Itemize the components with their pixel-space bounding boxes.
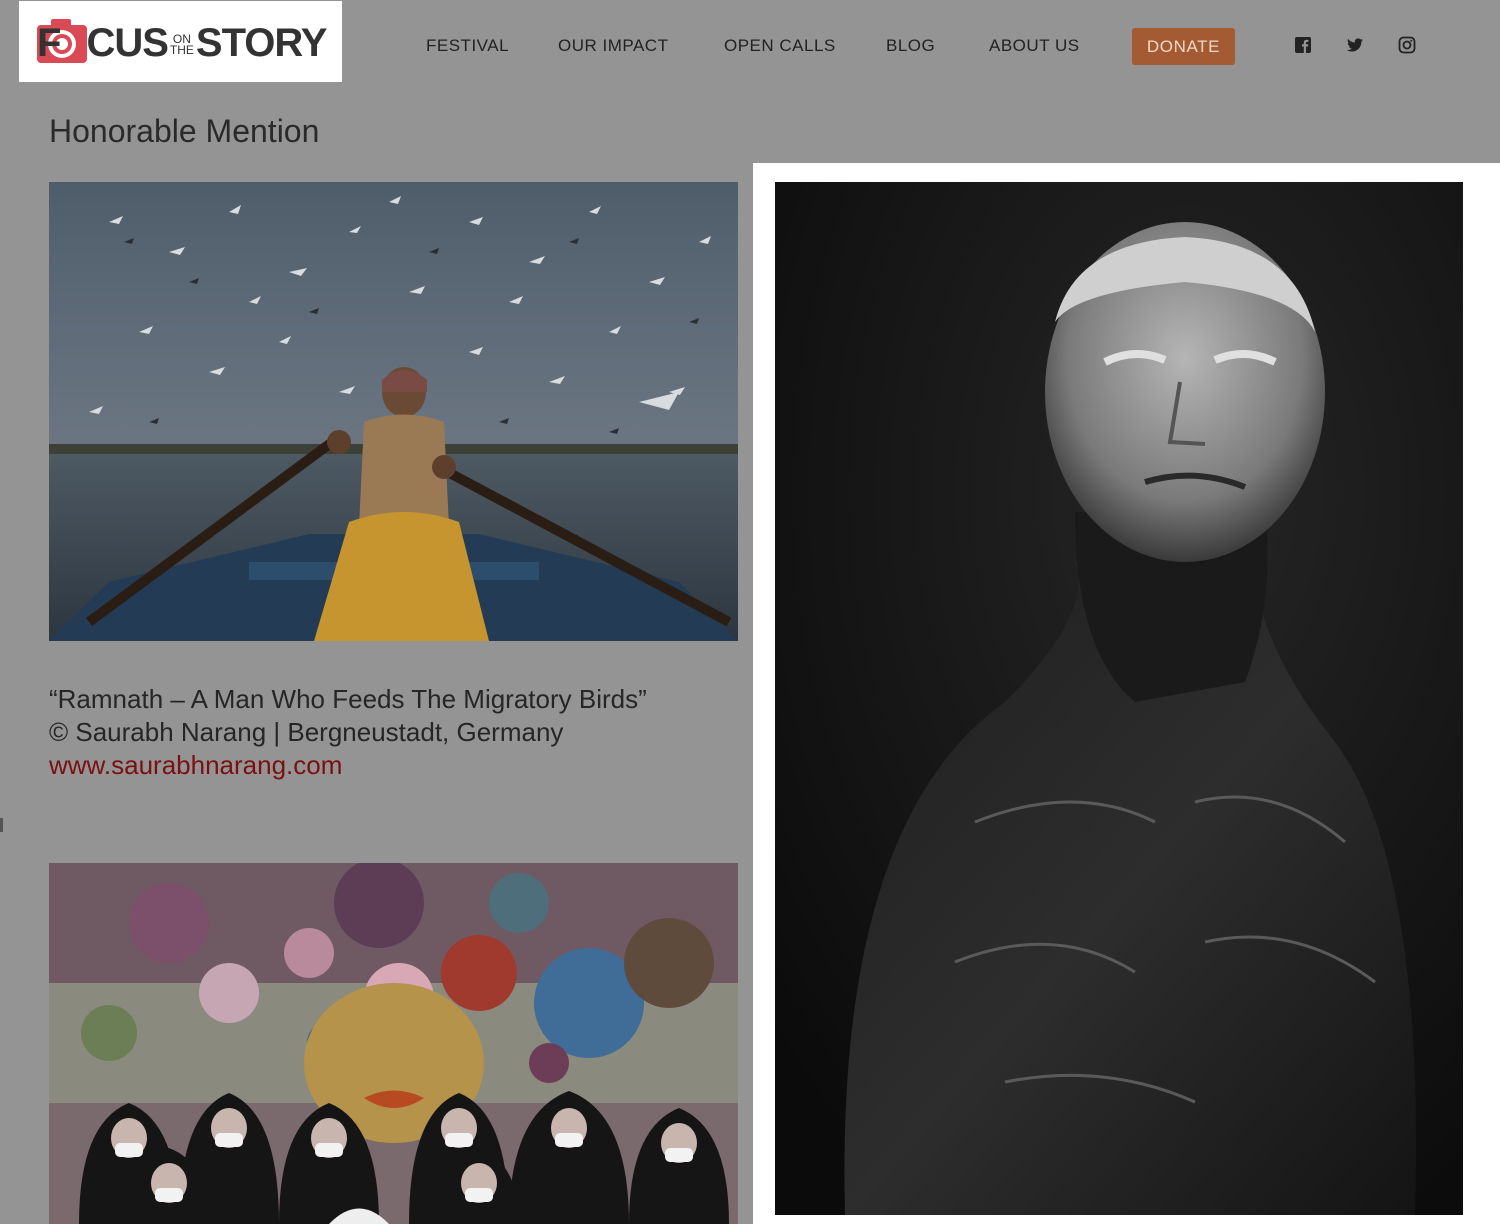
nav-about-us[interactable]: ABOUT US (989, 36, 1080, 56)
logo-letter-f: F (37, 21, 61, 65)
entry-photo-floral[interactable] (49, 863, 738, 1224)
entry-caption: “Ramnath – A Man Who Feeds The Migratory… (49, 683, 729, 782)
nav-our-impact[interactable]: OUR IMPACT (558, 36, 668, 56)
floral-photo-image (49, 863, 738, 1224)
nav-open-calls[interactable]: OPEN CALLS (724, 36, 836, 56)
facebook-icon[interactable] (1294, 36, 1312, 54)
logo-the: THE (169, 43, 194, 58)
twitter-icon[interactable] (1346, 36, 1364, 54)
entry-credit: © Saurabh Narang | Bergneustadt, Germany (49, 717, 564, 747)
logo-story: STORY (195, 21, 328, 65)
header: F CUS ON THESTORY FESTIVAL OUR IMPACT OPEN … (0, 0, 1500, 100)
page-title: Honorable Mention (49, 113, 320, 149)
boatman-photo-image (49, 182, 738, 641)
donate-button[interactable]: DONATE (1132, 28, 1235, 65)
site-logo[interactable]: F CUS ON THESTORY (19, 1, 342, 82)
left-edge-marker (0, 818, 3, 832)
nav-festival[interactable]: FESTIVAL (426, 36, 509, 56)
logo-cus: CUS (86, 21, 168, 65)
nav-blog[interactable]: BLOG (886, 36, 935, 56)
logo-on-the: ON THE (169, 33, 194, 58)
instagram-icon[interactable] (1398, 36, 1416, 54)
portrait-photo-image (775, 182, 1463, 1215)
entry-photo-portrait[interactable] (775, 182, 1463, 1215)
entry-website-link[interactable]: www.saurabhnarang.com (49, 749, 729, 782)
entry-title: “Ramnath – A Man Who Feeds The Migratory… (49, 684, 647, 714)
entry-photo-boatman[interactable] (49, 182, 738, 641)
logo-wordmark: F CUS ON THESTORY (37, 20, 328, 66)
